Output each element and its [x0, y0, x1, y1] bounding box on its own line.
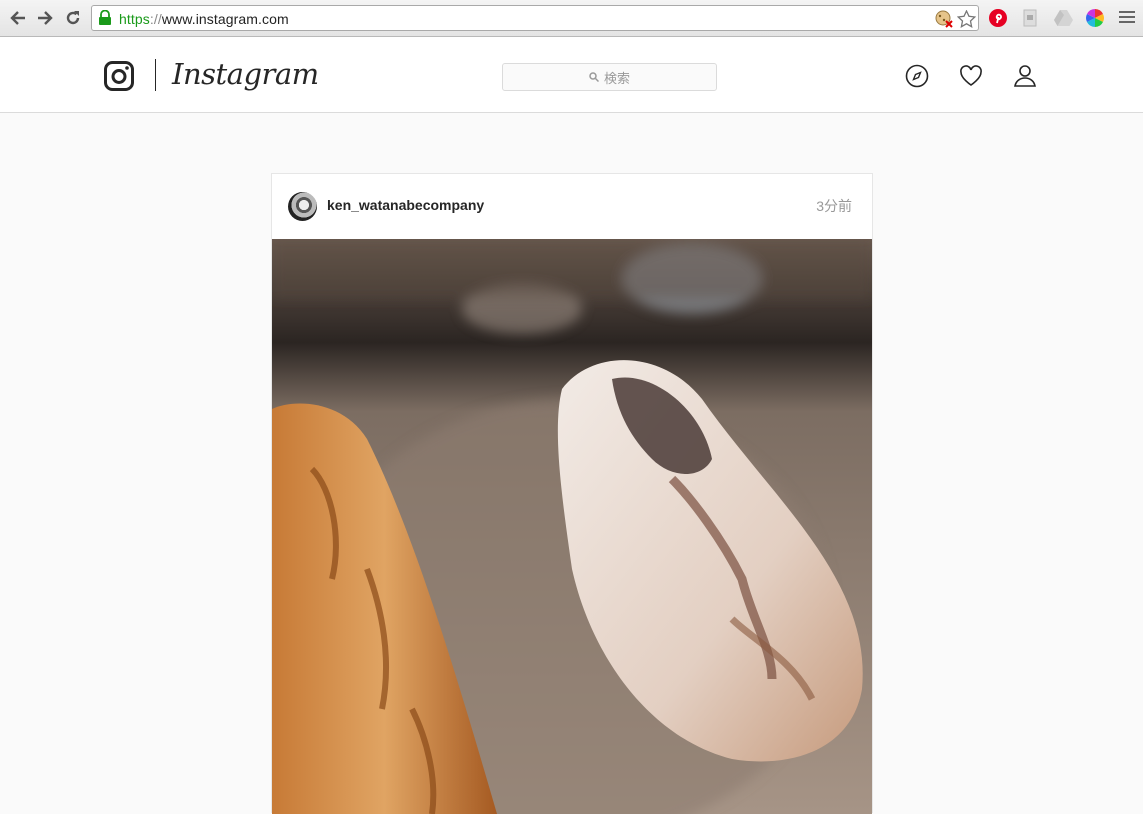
instagram-camera-logo-icon[interactable] — [104, 61, 134, 96]
person-icon[interactable] — [1013, 64, 1037, 93]
forward-arrow-icon[interactable] — [35, 8, 55, 28]
cookie-blocked-icon[interactable] — [935, 10, 953, 33]
pinterest-icon[interactable] — [989, 9, 1007, 32]
drive-icon[interactable] — [1054, 9, 1073, 31]
logo-divider — [155, 59, 156, 91]
heart-icon[interactable] — [959, 65, 983, 92]
lock-icon — [98, 9, 112, 31]
post-header: ken_watanabecompany 3分前 — [272, 174, 872, 239]
reload-icon[interactable] — [63, 8, 83, 28]
bread-photo-image — [272, 239, 872, 814]
search-placeholder: 検索 — [603, 70, 630, 86]
post-timestamp[interactable]: 3分前 — [816, 196, 852, 216]
back-arrow-icon[interactable] — [8, 8, 28, 28]
compass-icon[interactable] — [905, 64, 929, 93]
extension-page-icon[interactable] — [1022, 9, 1038, 32]
chrome-menu-icon[interactable] — [1118, 8, 1136, 31]
post-photo[interactable] — [272, 239, 872, 814]
browser-toolbar: https://www.instagram.com — [0, 0, 1143, 37]
instagram-wordmark[interactable]: Instagram — [172, 57, 319, 91]
url-text: https://www.instagram.com — [119, 11, 289, 27]
feed-post: ken_watanabecompany 3分前 — [271, 173, 873, 814]
search-icon — [589, 72, 599, 82]
post-username[interactable]: ken_watanabecompany — [327, 197, 484, 213]
star-icon[interactable] — [956, 9, 977, 33]
search-input[interactable]: 検索 — [502, 63, 717, 91]
instagram-header: Instagram 検索 — [0, 37, 1143, 113]
avatar[interactable] — [288, 192, 317, 221]
address-bar[interactable]: https://www.instagram.com — [91, 5, 979, 31]
color-wheel-icon[interactable] — [1086, 9, 1104, 32]
